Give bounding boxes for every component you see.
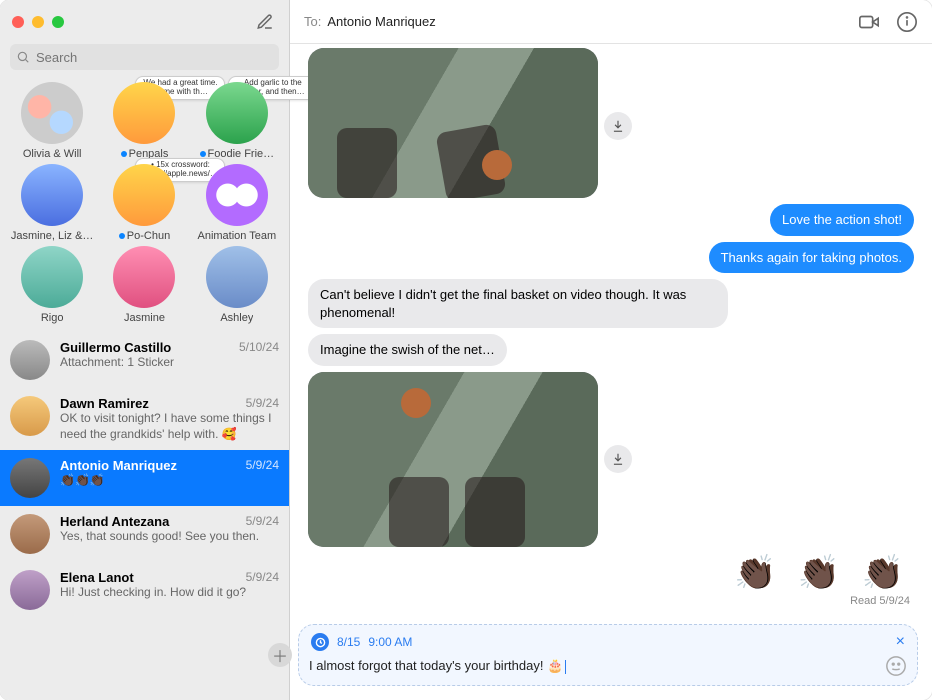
- facetime-video-button[interactable]: [858, 11, 880, 33]
- conversation-date: 5/10/24: [239, 340, 279, 355]
- pinned-conversations-grid: Olivia & Will We had a great time. Home w…: [0, 78, 289, 332]
- conversation-preview: OK to visit tonight? I have some things …: [60, 411, 279, 442]
- compose-new-message-button[interactable]: [253, 10, 277, 34]
- avatar: [206, 246, 268, 308]
- pinned-name: Olivia & Will: [23, 148, 82, 160]
- unread-indicator-dot: [119, 233, 125, 239]
- sent-message[interactable]: Love the action shot!: [770, 204, 914, 236]
- conversation-date: 5/9/24: [246, 458, 279, 473]
- pinned-name: Po-Chun: [119, 230, 170, 242]
- conversation-preview: Yes, that sounds good! See you then.: [60, 529, 279, 545]
- conversation-name: Elena Lanot: [60, 570, 134, 585]
- cancel-schedule-button[interactable]: ×: [896, 633, 905, 651]
- info-icon: [896, 11, 918, 33]
- pinned-conversation[interactable]: Jasmine: [100, 246, 188, 324]
- conversation-date: 5/9/24: [246, 570, 279, 585]
- read-receipt: Read 5/9/24: [308, 595, 914, 607]
- conversation-row[interactable]: Herland Antezana 5/9/24 Yes, that sounds…: [0, 506, 289, 562]
- messages-window: Olivia & Will We had a great time. Home w…: [0, 0, 932, 700]
- video-icon: [858, 11, 880, 33]
- conversation-name: Guillermo Castillo: [60, 340, 171, 355]
- smiley-icon: [885, 655, 907, 677]
- pinned-conversation[interactable]: We had a great time. Home with th… Penpa…: [100, 82, 188, 160]
- pinned-name: Jasmine: [124, 312, 165, 324]
- avatar: [21, 246, 83, 308]
- sent-message[interactable]: Thanks again for taking photos.: [709, 242, 914, 274]
- pinned-name: Jasmine, Liz &…: [11, 230, 94, 242]
- received-message[interactable]: Can't believe I didn't get the final bas…: [308, 279, 728, 328]
- minimize-window-button[interactable]: [32, 16, 44, 28]
- pinned-conversation[interactable]: • 15x crossword: https://apple.news/… Po…: [100, 164, 188, 242]
- titlebar: [0, 0, 289, 44]
- download-attachment-button[interactable]: [604, 445, 632, 473]
- pinned-conversation[interactable]: Jasmine, Liz &…: [8, 164, 96, 242]
- avatar: [10, 570, 50, 610]
- conversation-pane: To: Antonio Manriquez Love the action sh…: [290, 0, 932, 700]
- to-label: To:: [304, 14, 321, 29]
- conversation-name: Herland Antezana: [60, 514, 169, 529]
- received-photo-attachment[interactable]: [308, 372, 598, 547]
- unread-indicator-dot: [121, 151, 127, 157]
- conversation-preview: Hi! Just checking in. How did it go?: [60, 585, 279, 601]
- conversation-row[interactable]: Guillermo Castillo 5/10/24 Attachment: 1…: [0, 332, 289, 388]
- compose-box: 8/15 9:00 AM × I almost forgot that toda…: [298, 624, 918, 686]
- conversation-name: Antonio Manriquez: [60, 458, 177, 473]
- conversation-header: To: Antonio Manriquez: [290, 0, 932, 44]
- compose-area: ＋ 8/15 9:00 AM × I almost forgot that to…: [290, 614, 932, 700]
- avatar: [21, 164, 83, 226]
- close-window-button[interactable]: [12, 16, 24, 28]
- pinned-name: Rigo: [41, 312, 64, 324]
- emoji-picker-button[interactable]: [885, 655, 907, 677]
- message-transcript[interactable]: Love the action shot! Thanks again for t…: [290, 44, 932, 614]
- conversation-preview: 👏🏿👏🏿👏🏿: [60, 473, 279, 489]
- conversation-date: 5/9/24: [246, 396, 279, 411]
- scheduled-send-indicator[interactable]: 8/15 9:00 AM ×: [309, 631, 907, 655]
- avatar: [21, 82, 83, 144]
- pinned-name: Animation Team: [197, 230, 276, 242]
- avatar: [113, 164, 175, 226]
- download-icon: [611, 119, 625, 133]
- conversation-preview: Attachment: 1 Sticker: [60, 355, 279, 371]
- pinned-conversation[interactable]: Animation Team: [193, 164, 281, 242]
- search-input[interactable]: [10, 44, 279, 70]
- pinned-name: Ashley: [220, 312, 253, 324]
- conversation-list[interactable]: Guillermo Castillo 5/10/24 Attachment: 1…: [0, 332, 289, 700]
- pinned-conversation[interactable]: Olivia & Will: [8, 82, 96, 160]
- scheduled-date[interactable]: 8/15: [337, 635, 360, 649]
- sent-emoji-message[interactable]: 👏🏿 👏🏿 👏🏿: [308, 553, 914, 593]
- conversation-date: 5/9/24: [246, 514, 279, 529]
- clock-icon: [311, 633, 329, 651]
- avatar: [10, 396, 50, 436]
- download-attachment-button[interactable]: [604, 112, 632, 140]
- conversation-row[interactable]: Antonio Manriquez 5/9/24 👏🏿👏🏿👏🏿: [0, 450, 289, 506]
- to-recipient-name[interactable]: Antonio Manriquez: [327, 14, 435, 29]
- avatar: [10, 514, 50, 554]
- pinned-conversation[interactable]: Ashley: [193, 246, 281, 324]
- conversation-row[interactable]: Elena Lanot 5/9/24 Hi! Just checking in.…: [0, 562, 289, 618]
- avatar: [206, 82, 268, 144]
- avatar: [113, 82, 175, 144]
- received-photo-attachment[interactable]: [308, 48, 598, 198]
- unread-indicator-dot: [200, 151, 206, 157]
- message-input[interactable]: I almost forgot that today's your birthd…: [309, 658, 877, 674]
- sidebar: Olivia & Will We had a great time. Home w…: [0, 0, 290, 700]
- avatar: [113, 246, 175, 308]
- pinned-conversation[interactable]: Rigo: [8, 246, 96, 324]
- conversation-row[interactable]: Dawn Ramirez 5/9/24 OK to visit tonight?…: [0, 388, 289, 450]
- scheduled-time[interactable]: 9:00 AM: [368, 635, 412, 649]
- window-controls: [12, 16, 64, 28]
- pinned-conversation[interactable]: Add garlic to the butter, and then… Food…: [193, 82, 281, 160]
- apps-plus-button[interactable]: ＋: [268, 643, 292, 667]
- message-input-text: I almost forgot that today's your birthd…: [309, 658, 563, 673]
- download-icon: [611, 452, 625, 466]
- compose-icon: [256, 13, 274, 31]
- details-button[interactable]: [896, 11, 918, 33]
- conversation-name: Dawn Ramirez: [60, 396, 149, 411]
- avatar: [10, 458, 50, 498]
- received-message[interactable]: Imagine the swish of the net…: [308, 334, 507, 366]
- avatar: [10, 340, 50, 380]
- avatar: [206, 164, 268, 226]
- zoom-window-button[interactable]: [52, 16, 64, 28]
